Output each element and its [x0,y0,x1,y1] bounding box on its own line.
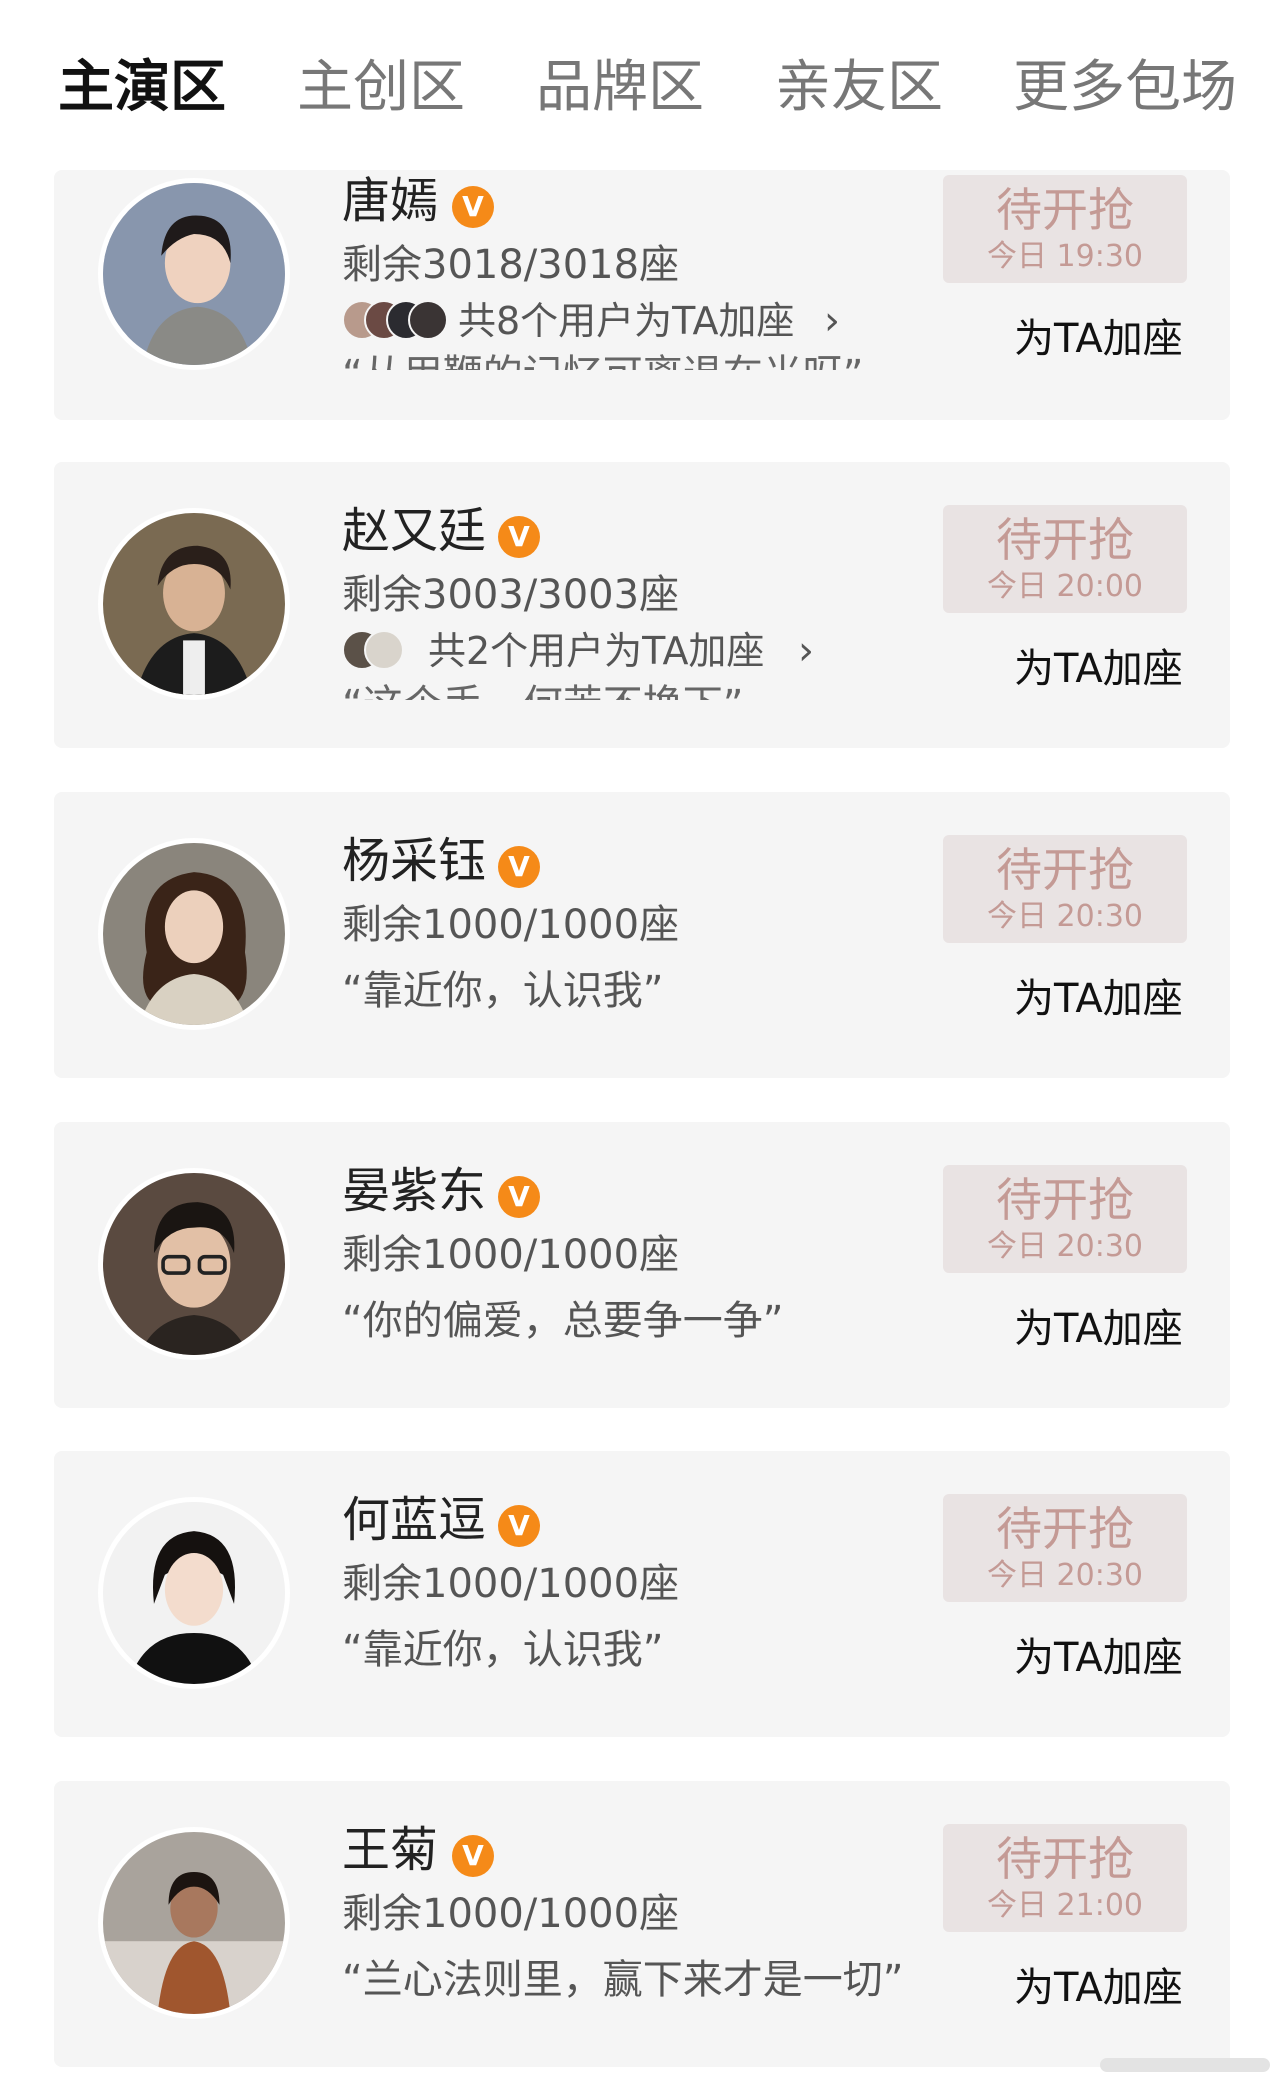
verified-icon: V [452,186,494,228]
tab-lead-actors[interactable]: 主演区 [58,52,226,124]
status-badge: 待开抢 今日 20:30 [943,835,1187,943]
status-label: 待开抢 [996,513,1134,567]
verified-icon: V [498,1176,540,1218]
cast-card-tang-yan: 唐嫣 V 剩余3018/3018座 共8个用户为TA加座 › “从用鞭的记忆可离… [54,170,1230,420]
chevron-right-icon: › [798,628,814,674]
status-badge: 待开抢 今日 20:00 [943,505,1187,613]
add-seat-button[interactable]: 为TA加座 [1014,1631,1204,1685]
cast-quote: “这个手，何苦不换下” [342,678,743,700]
avatar[interactable] [98,508,290,700]
cast-name: 晏紫东 [342,1163,487,1219]
status-badge: 待开抢 今日 20:30 [943,1494,1187,1602]
verified-icon: V [498,846,540,888]
verified-icon: V [498,1505,540,1547]
status-time: 今日 20:30 [987,1558,1143,1593]
tab-more-bookings[interactable]: 更多包场 [1013,52,1237,124]
tab-brands[interactable]: 品牌区 [536,52,704,124]
cast-quote: “靠近你，认识我” [342,968,664,1014]
status-label: 待开抢 [996,1832,1134,1886]
status-time: 今日 20:30 [987,1229,1143,1264]
avatar[interactable] [98,1827,290,2019]
cast-card-yang-caiyu: 杨采钰 V 剩余1000/1000座 “靠近你，认识我” 待开抢 今日 20:3… [54,792,1230,1078]
seats-remaining: 剩余3018/3018座 [342,242,680,288]
seats-remaining: 剩余3003/3003座 [342,572,680,618]
add-seat-button[interactable]: 为TA加座 [1014,312,1204,366]
cast-card-wang-ju: 王菊 V 剩余1000/1000座 “兰心法则里，赢下来才是一切” 待开抢 今日… [54,1781,1230,2067]
status-label: 待开抢 [996,843,1134,897]
cast-name: 何蓝逗 [342,1492,487,1548]
seats-remaining: 剩余1000/1000座 [342,902,680,948]
seats-remaining: 剩余1000/1000座 [342,1561,680,1607]
cast-quote: “靠近你，认识我” [342,1627,664,1673]
tab-creators[interactable]: 主创区 [297,52,465,124]
supporting-users-count: 共8个用户为TA加座 [458,299,795,343]
supporting-users-count: 共2个用户为TA加座 [428,629,765,673]
avatar[interactable] [98,178,290,370]
cast-quote: “你的偏爱，总要争一争” [342,1298,784,1344]
add-seat-button[interactable]: 为TA加座 [1014,642,1204,696]
chevron-right-icon: › [824,298,840,344]
avatar[interactable] [98,1497,290,1689]
add-seat-button[interactable]: 为TA加座 [1014,972,1204,1026]
seats-remaining: 剩余1000/1000座 [342,1232,680,1278]
status-time: 今日 19:30 [987,239,1143,274]
supporting-users-link[interactable]: 共2个用户为TA加座 › [342,624,842,678]
verified-icon: V [452,1835,494,1877]
status-label: 待开抢 [996,1173,1134,1227]
cast-card-yan-zidong: 晏紫东 V 剩余1000/1000座 “你的偏爱，总要争一争” 待开抢 今日 2… [54,1122,1230,1408]
tab-bar: 主演区 主创区 品牌区 亲友区 更多包场 [0,0,1284,170]
cast-card-zhao-youting: 赵又廷 V 剩余3003/3003座 共2个用户为TA加座 › “这个手，何苦不… [54,462,1230,748]
home-indicator [1100,2058,1270,2072]
avatar[interactable] [98,838,290,1030]
add-seat-button[interactable]: 为TA加座 [1014,1302,1204,1356]
cast-quote: “从用鞭的记忆可离退在光呀” [342,348,863,370]
status-label: 待开抢 [996,183,1134,237]
cast-name: 王菊 [342,1822,439,1878]
seats-remaining: 剩余1000/1000座 [342,1891,680,1937]
status-label: 待开抢 [996,1502,1134,1556]
status-badge: 待开抢 今日 20:30 [943,1165,1187,1273]
cast-quote: “兰心法则里，赢下来才是一切” [342,1957,904,2003]
cast-card-he-landou: 何蓝逗 V 剩余1000/1000座 “靠近你，认识我” 待开抢 今日 20:3… [54,1451,1230,1737]
verified-icon: V [498,516,540,558]
status-time: 今日 20:00 [987,569,1143,604]
add-seat-button[interactable]: 为TA加座 [1014,1961,1204,2015]
status-badge: 待开抢 今日 19:30 [943,175,1187,283]
avatar[interactable] [98,1168,290,1360]
cast-name: 杨采钰 [342,833,487,889]
cast-name: 赵又廷 [342,503,487,559]
status-time: 今日 21:00 [987,1888,1143,1923]
cast-name: 唐嫣 [342,173,439,229]
supporting-users-link[interactable]: 共8个用户为TA加座 › [342,294,862,348]
status-time: 今日 20:30 [987,899,1143,934]
tab-friends[interactable]: 亲友区 [775,52,943,124]
status-badge: 待开抢 今日 21:00 [943,1824,1187,1932]
